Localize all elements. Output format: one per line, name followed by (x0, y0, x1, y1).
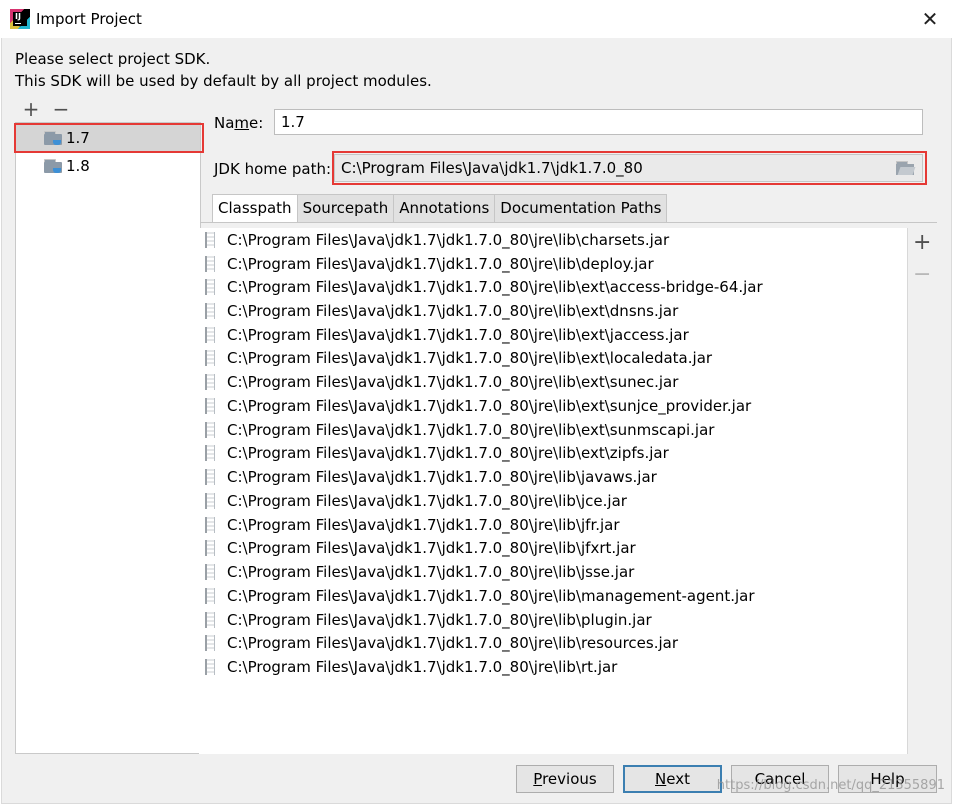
remove-sdk-button[interactable]: − (52, 99, 70, 120)
previous-button[interactable]: Previous (516, 765, 614, 793)
jar-file-icon (205, 374, 215, 390)
jar-file-icon (205, 398, 215, 414)
list-item[interactable]: C:\Program Files\Java\jdk1.7\jdk1.7.0_80… (205, 299, 678, 323)
watermark: https://blog.csdn.net/qq_21355891 (716, 778, 945, 793)
list-item[interactable]: C:\Program Files\Java\jdk1.7\jdk1.7.0_80… (205, 252, 654, 276)
jar-file-icon (205, 588, 215, 604)
list-item[interactable]: C:\Program Files\Java\jdk1.7\jdk1.7.0_80… (205, 584, 755, 608)
list-item[interactable]: C:\Program Files\Java\jdk1.7\jdk1.7.0_80… (205, 560, 634, 584)
add-path-button[interactable]: + (913, 230, 931, 255)
jar-file-icon (205, 256, 215, 272)
list-item[interactable]: C:\Program Files\Java\jdk1.7\jdk1.7.0_80… (205, 465, 657, 489)
jar-file-icon (205, 469, 215, 485)
name-input[interactable] (274, 109, 923, 135)
list-item[interactable]: C:\Program Files\Java\jdk1.7\jdk1.7.0_80… (205, 228, 669, 252)
jdk-home-path-value: C:\Program Files\Java\jdk1.7\jdk1.7.0_80 (341, 159, 643, 177)
add-sdk-button[interactable]: + (22, 99, 40, 120)
jar-file-icon (205, 517, 215, 533)
sdk-list: 1.7 1.8 (15, 122, 201, 754)
list-item[interactable]: C:\Program Files\Java\jdk1.7\jdk1.7.0_80… (205, 441, 669, 465)
list-item[interactable]: C:\Program Files\Java\jdk1.7\jdk1.7.0_80… (205, 536, 636, 560)
sdk-item-1-7[interactable]: 1.7 (16, 125, 200, 151)
classpath-list: C:\Program Files\Java\jdk1.7\jdk1.7.0_80… (199, 228, 908, 754)
sdk-item-label: 1.7 (66, 129, 90, 147)
description-line-1: Please select project SDK. (15, 50, 211, 68)
folder-browse-icon[interactable] (896, 161, 916, 175)
title-bar: IJ Import Project ✕ (0, 0, 953, 38)
jdk-folder-icon (44, 159, 62, 173)
close-icon[interactable]: ✕ (915, 4, 945, 34)
jar-file-icon (205, 303, 215, 319)
name-label: Name: (214, 114, 264, 132)
remove-path-button[interactable]: − (913, 262, 931, 287)
list-item[interactable]: C:\Program Files\Java\jdk1.7\jdk1.7.0_80… (205, 655, 617, 679)
tab-sourcepath[interactable]: Sourcepath (296, 194, 395, 222)
list-item[interactable]: C:\Program Files\Java\jdk1.7\jdk1.7.0_80… (205, 323, 689, 347)
description-line-2: This SDK will be used by default by all … (15, 72, 432, 90)
jdk-home-path-label: JDK home path: (214, 160, 332, 178)
sdk-item-label: 1.8 (66, 157, 90, 175)
jdk-folder-icon (44, 131, 62, 145)
list-item[interactable]: C:\Program Files\Java\jdk1.7\jdk1.7.0_80… (205, 608, 652, 632)
list-item[interactable]: C:\Program Files\Java\jdk1.7\jdk1.7.0_80… (205, 631, 678, 655)
jar-file-icon (205, 327, 215, 343)
jar-file-icon (205, 232, 215, 248)
jar-file-icon (205, 564, 215, 580)
jar-file-icon (205, 540, 215, 556)
jar-file-icon (205, 350, 215, 366)
sdk-item-1-8[interactable]: 1.8 (16, 153, 200, 179)
tab-annotations[interactable]: Annotations (393, 194, 496, 222)
jar-file-icon (205, 635, 215, 651)
jar-file-icon (205, 445, 215, 461)
tab-classpath[interactable]: Classpath (212, 194, 298, 223)
tab-divider (200, 222, 937, 223)
tab-documentation-paths[interactable]: Documentation Paths (494, 194, 668, 222)
list-item[interactable]: C:\Program Files\Java\jdk1.7\jdk1.7.0_80… (205, 418, 714, 442)
window-title: Import Project (36, 10, 142, 28)
intellij-idea-icon: IJ (10, 9, 30, 29)
jar-file-icon (205, 612, 215, 628)
list-item[interactable]: C:\Program Files\Java\jdk1.7\jdk1.7.0_80… (205, 513, 620, 537)
jdk-home-path-field[interactable]: C:\Program Files\Java\jdk1.7\jdk1.7.0_80 (334, 154, 923, 182)
jar-file-icon (205, 422, 215, 438)
next-button[interactable]: Next (623, 765, 722, 793)
jar-file-icon (205, 659, 215, 675)
list-item[interactable]: C:\Program Files\Java\jdk1.7\jdk1.7.0_80… (205, 346, 712, 370)
list-item[interactable]: C:\Program Files\Java\jdk1.7\jdk1.7.0_80… (205, 489, 627, 513)
jar-file-icon (205, 279, 215, 295)
library-tabs: Classpath Sourcepath Annotations Documen… (212, 194, 668, 223)
sdk-toolbar: + − (22, 99, 70, 122)
list-item[interactable]: C:\Program Files\Java\jdk1.7\jdk1.7.0_80… (205, 394, 751, 418)
jar-file-icon (205, 493, 215, 509)
list-item[interactable]: C:\Program Files\Java\jdk1.7\jdk1.7.0_80… (205, 275, 763, 299)
list-item[interactable]: C:\Program Files\Java\jdk1.7\jdk1.7.0_80… (205, 370, 678, 394)
